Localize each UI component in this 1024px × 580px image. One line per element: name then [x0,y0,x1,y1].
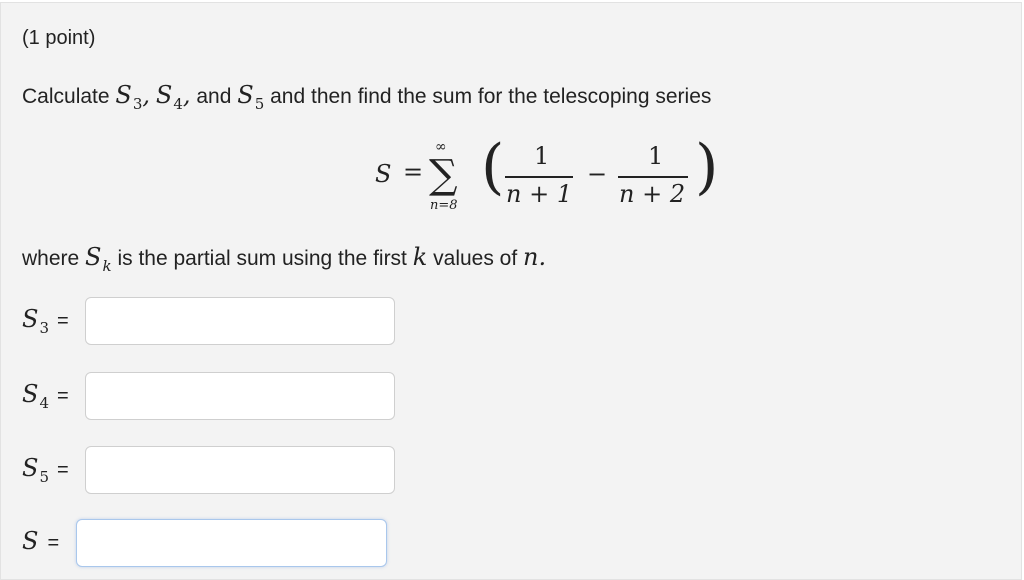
fraction2-denominator: n + 2 [619,180,686,208]
point-value: (1 point) [22,27,96,49]
formula-lhs: S [375,160,392,188]
right-paren-icon: ) [695,132,719,202]
fraction2-bar [618,176,688,178]
answer-label-s4: S4 = [22,380,69,412]
answer-input-s5[interactable] [85,446,395,494]
formula-equals: = [403,158,424,186]
intro-text-and: and [196,85,232,108]
problem-panel: (1 point) Calculate S3, S4, and S5 and t… [0,2,1022,580]
sigma-icon: ∑ [429,152,458,198]
math-sk: Sk [85,243,112,275]
where-text-mid: is the partial sum using the first [117,247,407,270]
answer-input-s3[interactable] [85,297,395,345]
problem-statement: Calculate S3, S4, and S5 and then find t… [22,81,712,113]
answer-input-s[interactable] [76,519,387,567]
answer-label-s5: S5 = [22,454,69,486]
math-s5: S5 [237,81,265,113]
where-text: where [22,247,80,270]
fraction1-bar [505,176,573,178]
math-k: k [412,243,428,271]
math-s3: S3, [115,81,151,113]
formula-minus: − [587,160,608,188]
intro-text-calculate: Calculate [22,85,110,108]
answer-input-s4[interactable] [85,372,395,420]
answer-label-s3: S3 = [22,305,69,337]
answer-label-s: S = [22,527,60,555]
partial-sum-note: where Sk is the partial sum using the fi… [22,243,547,275]
intro-text-series: and then find the sum for the telescopin… [270,85,712,108]
math-n: n. [523,243,547,271]
where-text-post: values of [433,247,518,270]
fraction2-numerator: 1 [648,142,664,170]
fraction1-numerator: 1 [534,142,550,170]
sum-lower-limit: n=8 [430,198,458,213]
series-formula: S = ∞ ∑ n=8 ( 1 n + 1 − 1 n + 2 ) [375,132,735,218]
left-paren-icon: ( [481,132,505,202]
math-s4: S4, [155,81,191,113]
fraction1-denominator: n + 1 [506,180,573,208]
